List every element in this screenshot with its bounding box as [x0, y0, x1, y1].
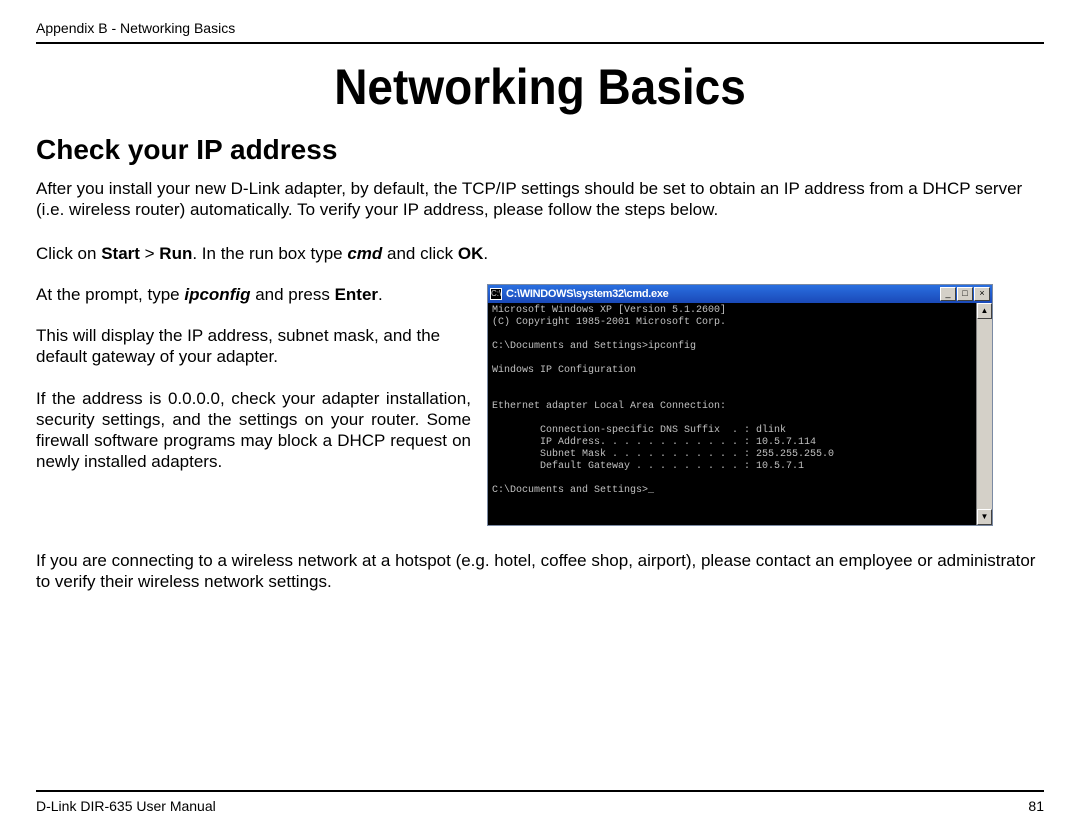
- step-instruction-1: Click on Start > Run. In the run box typ…: [36, 243, 1044, 264]
- cmd-window: C:\ C:\WINDOWS\system32\cmd.exe _ □ × Mi…: [487, 284, 993, 526]
- text: Click on: [36, 244, 101, 263]
- outro-paragraph: If you are connecting to a wireless netw…: [36, 550, 1044, 593]
- footer-manual-name: D-Link DIR-635 User Manual: [36, 798, 216, 814]
- page-title: Networking Basics: [76, 58, 1003, 116]
- page-footer: D-Link DIR-635 User Manual 81: [36, 790, 1044, 814]
- run-label: Run: [159, 244, 192, 263]
- display-info-paragraph: This will display the IP address, subnet…: [36, 325, 471, 368]
- text: . In the run box type: [192, 244, 347, 263]
- instruction-column: At the prompt, type ipconfig and press E…: [36, 284, 471, 493]
- ok-label: OK: [458, 244, 484, 263]
- footer-page-number: 81: [1028, 798, 1044, 814]
- intro-paragraph: After you install your new D-Link adapte…: [36, 178, 1044, 221]
- ipconfig-literal: ipconfig: [184, 285, 250, 304]
- content-row: At the prompt, type ipconfig and press E…: [36, 284, 1044, 526]
- terminal-output: Microsoft Windows XP [Version 5.1.2600] …: [488, 303, 976, 525]
- cmd-literal: cmd: [347, 244, 382, 263]
- page-content: Appendix B - Networking Basics Networkin…: [0, 0, 1080, 592]
- prompt-instruction: At the prompt, type ipconfig and press E…: [36, 284, 471, 305]
- enter-label: Enter: [335, 285, 378, 304]
- cmd-icon: C:\: [490, 288, 502, 300]
- start-label: Start: [101, 244, 140, 263]
- scroll-down-button[interactable]: ▼: [977, 509, 992, 525]
- scroll-up-button[interactable]: ▲: [977, 303, 992, 319]
- maximize-button[interactable]: □: [957, 287, 973, 301]
- text: At the prompt, type: [36, 285, 184, 304]
- terminal-wrap: Microsoft Windows XP [Version 5.1.2600] …: [488, 303, 992, 525]
- section-heading: Check your IP address: [36, 134, 1044, 166]
- scroll-track[interactable]: [977, 319, 992, 509]
- troubleshoot-paragraph: If the address is 0.0.0.0, check your ad…: [36, 388, 471, 473]
- window-buttons: _ □ ×: [940, 287, 990, 301]
- text: .: [378, 285, 383, 304]
- screenshot-column: C:\ C:\WINDOWS\system32\cmd.exe _ □ × Mi…: [487, 284, 993, 526]
- text: and click: [382, 244, 458, 263]
- scrollbar[interactable]: ▲ ▼: [976, 303, 992, 525]
- minimize-button[interactable]: _: [940, 287, 956, 301]
- text: >: [140, 244, 159, 263]
- close-button[interactable]: ×: [974, 287, 990, 301]
- cmd-title-text: C:\WINDOWS\system32\cmd.exe: [506, 288, 940, 300]
- text: and press: [250, 285, 334, 304]
- text: .: [483, 244, 488, 263]
- header-breadcrumb: Appendix B - Networking Basics: [36, 20, 1044, 44]
- cmd-titlebar: C:\ C:\WINDOWS\system32\cmd.exe _ □ ×: [488, 285, 992, 303]
